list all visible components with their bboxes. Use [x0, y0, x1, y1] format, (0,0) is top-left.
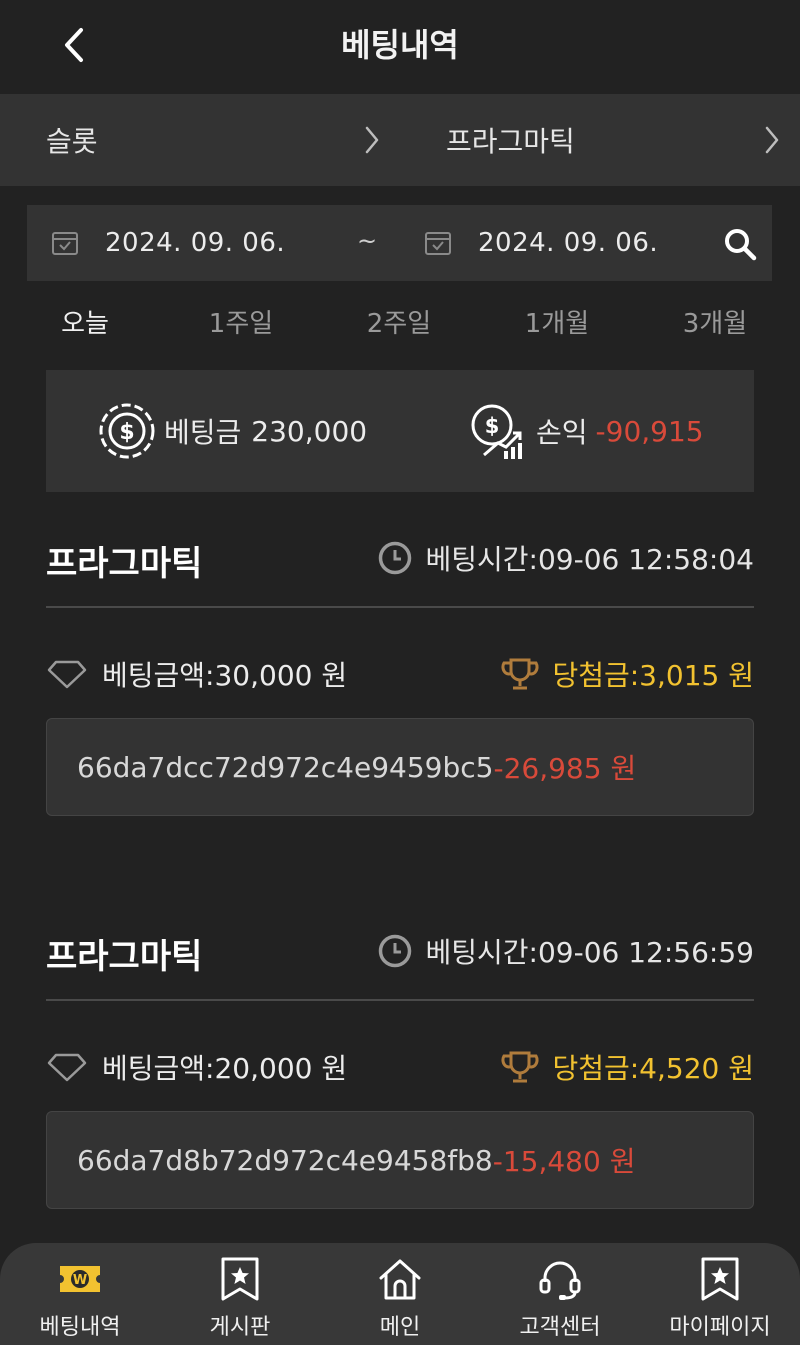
nav-label: 게시판: [209, 1315, 271, 1340]
nav-label: 고객센터: [519, 1315, 601, 1340]
bet-time: 베팅시간:09-06 12:58:04: [378, 538, 755, 578]
bet-time-text: 베팅시간:09-06 12:58:04: [425, 543, 755, 576]
category-bar: 슬롯 프라그마틱: [0, 94, 800, 186]
summary-profit-value: -90,915: [595, 414, 704, 448]
bet-time: 베팅시간:09-06 12:56:59: [378, 931, 755, 971]
calendar-check-icon: [52, 232, 78, 255]
calendar-check-icon: [425, 232, 451, 255]
end-date-text: 2024. 09. 06.: [478, 228, 659, 258]
round-id: 66da7dcc72d972c4e9459bc5: [77, 750, 494, 784]
app-header: 베팅내역: [0, 0, 800, 94]
summary-panel: $ 베팅금 230,000 $ 손익 -90,915: [46, 370, 754, 492]
category-slot[interactable]: 슬롯: [46, 94, 391, 186]
headset-icon: [539, 1261, 581, 1300]
chevron-right-icon: [365, 126, 379, 154]
clock-icon: [378, 541, 411, 575]
start-date-text: 2024. 09. 06.: [105, 228, 286, 258]
bet-provider: 프라그마틱: [46, 937, 203, 977]
bet-time-text: 베팅시간:09-06 12:56:59: [425, 936, 755, 969]
back-button[interactable]: [54, 22, 94, 68]
bet-amount-text: 베팅금액:30,000 원: [102, 659, 348, 692]
search-button[interactable]: [723, 227, 757, 261]
round-id-box: 66da7d8b72d972c4e9458fb8 -15,480 원: [46, 1111, 754, 1209]
bet-card: 프라그마틱 베팅시간:09-06 12:56:59 베팅금액:20,000 원 …: [46, 911, 754, 1223]
svg-text:$: $: [119, 420, 134, 445]
period-tabs: 오늘 1주일 2주일 1개월 3개월: [0, 300, 800, 350]
clock-icon: [378, 934, 411, 968]
round-net: -15,480 원: [492, 1145, 636, 1178]
bet-amount: 베팅금액:20,000 원: [46, 1047, 347, 1087]
summary-profit: $ 손익 -90,915: [468, 370, 704, 492]
ticket-icon: W: [60, 1266, 100, 1292]
nav-board[interactable]: 게시판: [160, 1243, 320, 1345]
summary-profit-label: 손익: [536, 416, 588, 449]
search-icon: [725, 229, 757, 261]
page-title: 베팅내역: [341, 26, 459, 64]
win-amount-text: 당첨금:3,015 원: [552, 659, 754, 692]
summary-bet-label: 베팅금: [164, 416, 242, 449]
dollar-growth-icon: $: [471, 404, 522, 459]
category-slot-label: 슬롯: [46, 125, 98, 158]
round-id-box: 66da7dcc72d972c4e9459bc5 -26,985 원: [46, 718, 754, 816]
bookmark-star-icon: [221, 1257, 259, 1301]
nav-main[interactable]: 메인: [320, 1243, 480, 1345]
date-range-bar: 2024. 09. 06. ~ 2024. 09. 06.: [27, 205, 772, 281]
bet-amount-text: 베팅금액:20,000 원: [102, 1052, 348, 1085]
nav-support[interactable]: 고객센터: [480, 1243, 640, 1345]
bottom-nav: W 베팅내역 게시판 메인 고객센터 마이페이지: [0, 1243, 800, 1345]
end-date-field[interactable]: 2024. 09. 06.: [424, 205, 714, 281]
round-id: 66da7d8b72d972c4e9458fb8: [77, 1143, 493, 1177]
category-provider[interactable]: 프라그마틱: [446, 94, 791, 186]
period-tab-1week[interactable]: 1주일: [186, 300, 296, 350]
svg-text:$: $: [485, 414, 500, 438]
period-tab-2weeks[interactable]: 2주일: [344, 300, 454, 350]
summary-bet-value: 230,000: [251, 414, 368, 448]
nav-label: 마이페이지: [669, 1315, 771, 1340]
nav-bet-history[interactable]: W 베팅내역: [0, 1243, 160, 1345]
coin-dollar-icon: $: [99, 403, 155, 459]
bet-card: 프라그마틱 베팅시간:09-06 12:58:04 베팅금액:30,000 원 …: [46, 518, 754, 830]
nav-label: 메인: [379, 1315, 421, 1340]
bookmark-star-icon: [701, 1257, 739, 1301]
win-amount-text: 당첨금:4,520 원: [552, 1052, 754, 1085]
divider: [46, 999, 754, 1001]
bet-amount: 베팅금액:30,000 원: [46, 654, 347, 694]
category-provider-label: 프라그마틱: [446, 125, 575, 158]
period-tab-1month[interactable]: 1개월: [502, 300, 612, 350]
period-tab-3months[interactable]: 3개월: [660, 300, 770, 350]
bet-provider: 프라그마틱: [46, 544, 203, 584]
nav-label: 베팅내역: [39, 1315, 121, 1340]
home-icon: [379, 1259, 421, 1300]
chevron-right-icon: [765, 126, 779, 154]
chevron-left-icon: [65, 28, 83, 62]
divider: [46, 606, 754, 608]
round-net: -26,985 원: [493, 752, 637, 785]
diamond-icon: [47, 1053, 87, 1082]
diamond-icon: [47, 660, 87, 689]
win-amount: 당첨금:4,520 원: [500, 1047, 754, 1087]
win-amount: 당첨금:3,015 원: [500, 654, 754, 694]
start-date-field[interactable]: 2024. 09. 06.: [51, 205, 341, 281]
svg-text:W: W: [73, 1273, 87, 1288]
nav-mypage[interactable]: 마이페이지: [640, 1243, 800, 1345]
trophy-icon: [501, 658, 540, 690]
summary-bet: $ 베팅금 230,000: [98, 370, 367, 492]
period-tab-today[interactable]: 오늘: [30, 300, 140, 350]
trophy-icon: [501, 1051, 540, 1083]
date-separator: ~: [357, 227, 378, 255]
